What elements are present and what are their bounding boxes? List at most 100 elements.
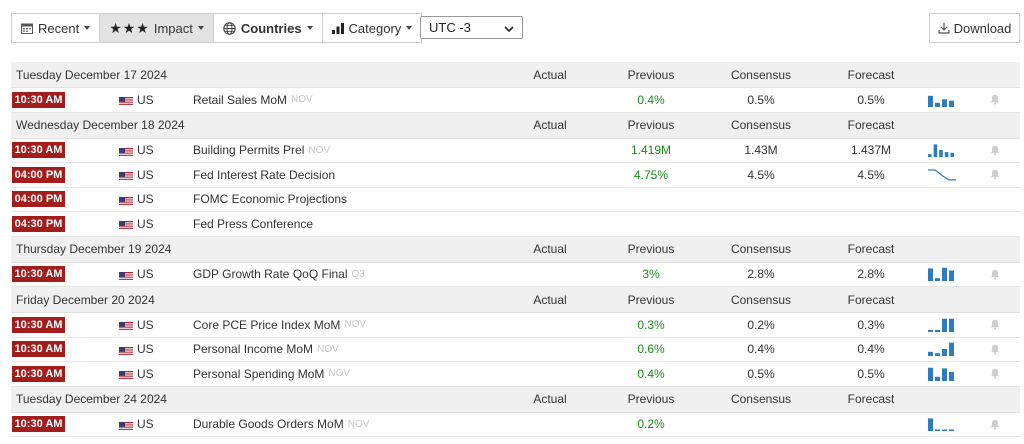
event-history-chart[interactable] (928, 88, 960, 112)
us-flag-icon (119, 146, 133, 157)
event-actual (533, 362, 567, 386)
event-history-chart[interactable] (928, 362, 960, 386)
bell-icon[interactable] (990, 338, 1004, 362)
event-actual (533, 338, 567, 362)
bell-icon[interactable] (990, 88, 1004, 112)
event-row[interactable]: 10:30 AM US GDP Growth Rate QoQ Final Q3 3% 2… (11, 263, 1020, 287)
spark-bar (928, 329, 933, 332)
event-consensus: 2.8% (747, 267, 775, 282)
event-row[interactable]: 10:30 AM US Building Permits Prel NOV 1.419M… (11, 139, 1020, 163)
event-history-chart[interactable] (928, 313, 960, 337)
bell-icon[interactable] (990, 163, 1004, 187)
event-actual (533, 163, 567, 187)
bell-icon[interactable] (990, 139, 1004, 163)
event-consensus: 0.5% (747, 92, 775, 107)
event-country: US (137, 216, 154, 231)
event-reference-period: NOV (328, 368, 351, 380)
download-label: Download (953, 20, 1012, 36)
category-filter-label: Category (348, 20, 402, 36)
us-flag-icon (119, 170, 133, 182)
spark-bar (942, 267, 947, 282)
column-header-forecast: Forecast (847, 292, 895, 307)
caret-down-icon (406, 26, 413, 30)
event-name[interactable]: GDP Growth Rate QoQ Final (193, 267, 348, 281)
event-actual (533, 313, 567, 337)
event-previous: 1.419M (630, 143, 672, 158)
bell-icon[interactable] (990, 263, 1004, 287)
event-country: US (137, 417, 154, 432)
day-header-row: Friday December 20 2024 Actual Previous Con… (11, 287, 1020, 313)
event-forecast: 1.437M (850, 143, 892, 158)
timezone-select[interactable]: UTC -3 (420, 16, 523, 39)
event-country: US (137, 317, 154, 332)
impact-filter-button[interactable]: ★★★ Impact (99, 13, 214, 43)
globe-icon (223, 21, 236, 35)
event-name[interactable]: Building Permits Prel (193, 143, 304, 157)
event-forecast: 2.8% (857, 267, 885, 282)
day-header-row: Wednesday December 18 2024 Actual Previous… (11, 112, 1020, 139)
caret-down-icon (306, 26, 313, 30)
us-flag-icon (119, 369, 133, 381)
event-row[interactable]: 10:30 AM US Durable Goods Orders MoM NOV 0.2… (11, 413, 1020, 437)
column-header-forecast: Forecast (847, 118, 895, 132)
download-button[interactable]: Download (929, 13, 1020, 43)
column-header-previous: Previous (627, 118, 675, 132)
event-time-badge: 10:30 AM (12, 142, 65, 159)
column-header-forecast: Forecast (847, 242, 895, 256)
event-name[interactable]: Fed Press Conference (193, 217, 313, 231)
event-actual (533, 212, 567, 236)
event-row[interactable]: 10:30 AM US Personal Income MoM NOV 0.6% 0.4%… (11, 338, 1020, 362)
spark-bar (949, 342, 954, 357)
day-date: Thursday December 19 2024 (16, 242, 172, 256)
event-previous (606, 212, 696, 236)
download-icon (937, 22, 950, 34)
event-actual (533, 413, 567, 437)
event-history-chart[interactable] (928, 413, 960, 437)
bell-icon[interactable] (990, 313, 1004, 337)
event-name[interactable]: Core PCE Price Index MoM (193, 318, 340, 332)
spark-bar (928, 352, 933, 357)
event-consensus (716, 212, 806, 236)
event-row[interactable]: 04:30 PM US Fed Press Conference (11, 212, 1020, 237)
us-flag-icon (119, 219, 133, 231)
event-name[interactable]: Fed Interest Rate Decision (193, 168, 335, 182)
spark-line (928, 169, 956, 181)
recent-filter-button[interactable]: Recent (11, 13, 101, 43)
event-history-chart[interactable] (928, 139, 960, 163)
event-actual (533, 139, 567, 163)
event-actual (533, 88, 567, 112)
column-header-previous: Previous (627, 292, 675, 307)
day-header-row: Tuesday December 17 2024 Actual Previous Co… (11, 62, 1020, 88)
recent-filter-label: Recent (38, 20, 80, 36)
bell-icon[interactable] (990, 413, 1004, 437)
event-row[interactable]: 10:30 AM US Retail Sales MoM NOV 0.4% 0.5% 0.5… (11, 88, 1020, 113)
event-name[interactable]: Retail Sales MoM (193, 93, 287, 107)
countries-filter-button[interactable]: Countries (212, 13, 323, 43)
event-name[interactable]: Personal Spending MoM (193, 367, 324, 381)
event-time-badge: 10:30 AM (12, 266, 65, 283)
spark-bar (942, 99, 947, 107)
spark-bar (928, 154, 932, 158)
event-name[interactable]: FOMC Economic Projections (193, 192, 347, 206)
spark-bar (928, 418, 933, 432)
event-history-chart[interactable] (928, 263, 960, 287)
event-reference-period: NOV (308, 144, 331, 156)
bar-chart-icon (331, 22, 344, 34)
bell-icon[interactable] (990, 362, 1004, 386)
event-history-chart[interactable] (928, 338, 960, 362)
spark-bar (942, 368, 947, 381)
event-row[interactable]: 10:30 AM US Core PCE Price Index MoM NOV 0.3… (11, 313, 1020, 338)
three-stars-icon: ★★★ (109, 19, 150, 36)
event-reference-period: NOV (344, 319, 367, 331)
event-row[interactable]: 10:30 AM US Personal Spending MoM NOV 0.4% 0.… (11, 362, 1020, 387)
event-previous: 0.2% (637, 417, 665, 432)
event-time-badge: 10:30 AM (12, 316, 65, 333)
category-filter-button[interactable]: Category (321, 13, 423, 43)
event-row[interactable]: 04:00 PM US FOMC Economic Projections (11, 188, 1020, 212)
event-history-chart[interactable] (928, 163, 960, 187)
event-name[interactable]: Personal Income MoM (193, 342, 313, 356)
event-name[interactable]: Durable Goods Orders MoM (193, 417, 344, 431)
event-row[interactable]: 04:00 PM US Fed Interest Rate Decision 4.75… (11, 163, 1020, 188)
event-previous: 4.75% (633, 167, 669, 182)
event-forecast: 0.3% (857, 317, 885, 332)
